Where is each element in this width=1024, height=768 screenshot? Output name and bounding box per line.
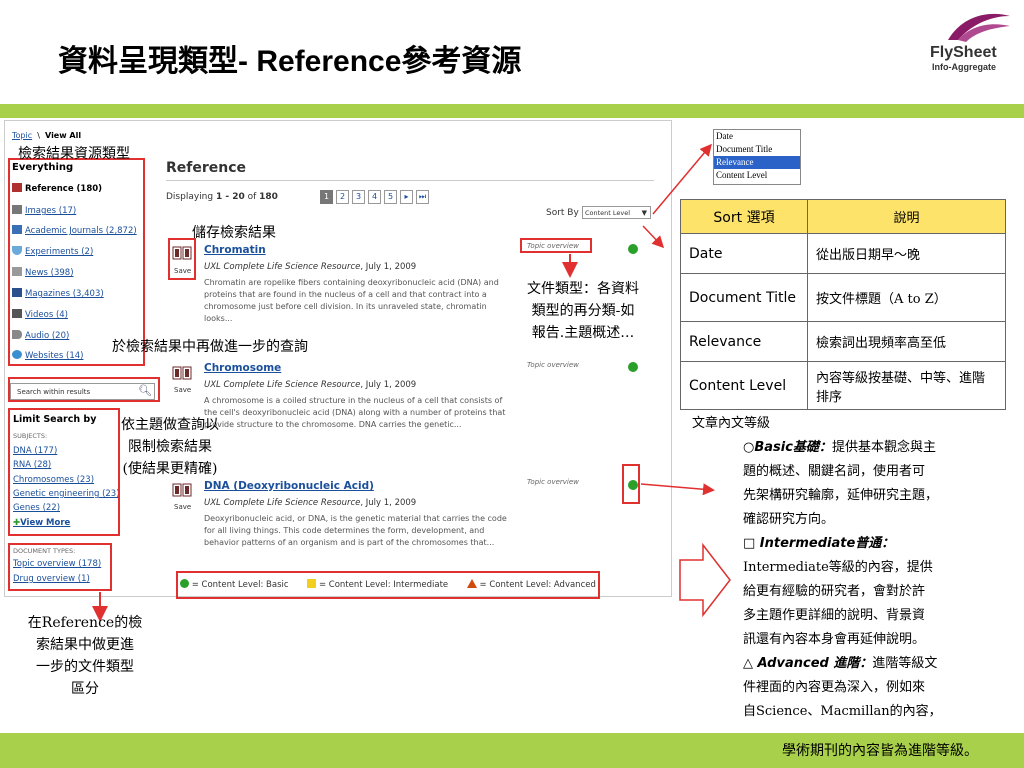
sort-option-document-title[interactable]: Document Title — [714, 143, 800, 156]
sort-options-table: Sort 選項 說明 Date 從出版日期早～晚 Document Title … — [680, 199, 1006, 410]
sort-option-content-level[interactable]: Content Level — [714, 169, 800, 182]
sort-option-date[interactable]: Date — [714, 130, 800, 143]
sort-option-relevance[interactable]: Relevance — [714, 156, 800, 169]
levels-heading: 文章內文等級 — [692, 416, 771, 431]
table-row: Relevance 檢索詞出現頻率高至低 — [680, 321, 1006, 362]
footer-text: 學術期刊的內容皆為進階等級。 — [782, 743, 978, 759]
annotation-search-within: 於檢索結果中再做進一步的查詢 — [112, 339, 308, 355]
table-header-desc: 說明 — [807, 199, 1006, 234]
table-header-sort: Sort 選項 — [680, 199, 808, 234]
annotation-save-results: 儲存檢索結果 — [192, 225, 276, 241]
annotation-reference-doc-types: 在Reference的檢 索結果中做更進 一步的文件類型 區分 — [27, 615, 143, 697]
sort-options-dropdown[interactable]: Date Document Title Relevance Content Le… — [713, 129, 801, 185]
table-row: Content Level 內容等級按基礎、中等、進階排序 — [680, 361, 1006, 410]
table-row: Date 從出版日期早～晚 — [680, 233, 1006, 274]
levels-explanation: ○Basic基礎：提供基本觀念與主 題的概述、關鍵名詞，使用者可 先架構研究輪廓… — [743, 440, 942, 719]
annotation-result-types: 檢索結果資源類型 — [18, 146, 130, 162]
annotation-doc-type: 文件類型：各資料 類型的再分類-如 報告.主題概述… — [527, 281, 639, 341]
table-row: Document Title 按文件標題（A to Z） — [680, 273, 1006, 322]
annotation-limit-search: 依主題做查詢以 限制檢索結果 (使結果更精確) — [121, 417, 219, 477]
